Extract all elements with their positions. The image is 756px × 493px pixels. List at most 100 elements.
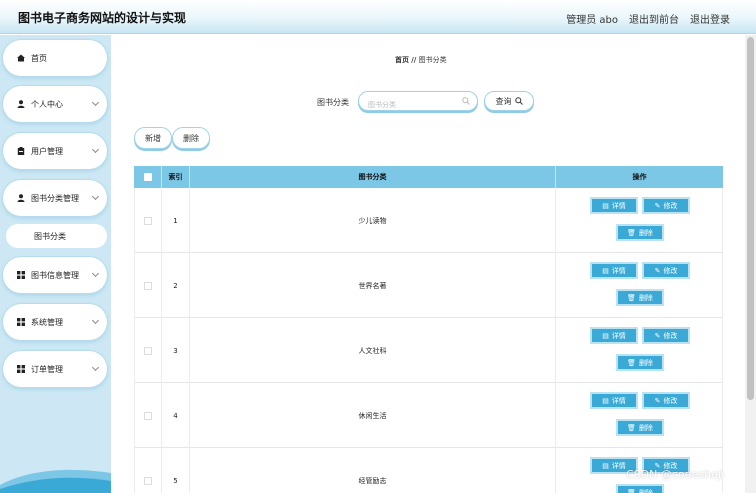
delete-label: 删除 <box>638 488 653 493</box>
sidebar: 首页 个人中心 用户管理 图书分类管理 图书分类 图书信息管理 系统管理 订单管… <box>0 35 111 493</box>
row-category: 人文社科 <box>190 318 556 383</box>
edit-button[interactable]: ✎ 修改 <box>642 197 690 214</box>
chevron-down-icon <box>91 145 100 154</box>
logout-link[interactable]: 退出登录 <box>690 11 730 26</box>
row-actions: ▤ 详情 ✎ 修改 🗑 删除 <box>556 318 723 383</box>
column-header-index: 索引 <box>162 166 190 188</box>
delete-button[interactable]: 删除 <box>172 127 210 149</box>
admin-user-label: 管理员 abo <box>566 15 618 26</box>
edit-label: 修改 <box>663 331 678 340</box>
row-index: 5 <box>162 448 190 493</box>
row-actions: ▤ 详情 ✎ 修改 🗑 删除 <box>556 188 723 253</box>
table-row: 1 少儿读物 ▤ 详情 ✎ 修改 🗑 删除 <box>134 188 723 253</box>
edit-button[interactable]: ✎ 修改 <box>642 327 690 344</box>
trash-icon: 🗑 <box>627 358 636 367</box>
sidebar-item-users[interactable]: 用户管理 <box>3 133 107 169</box>
edit-button[interactable]: ✎ 修改 <box>642 392 690 409</box>
table-header: 索引 图书分类 操作 <box>134 166 723 188</box>
detail-label: 详情 <box>611 331 626 340</box>
grid-icon <box>17 365 25 373</box>
row-select-cell <box>134 318 162 383</box>
row-delete-button[interactable]: 🗑 删除 <box>616 484 664 493</box>
edit-label: 修改 <box>663 266 678 275</box>
sidebar-item-system[interactable]: 系统管理 <box>3 304 107 340</box>
grid-icon <box>17 318 25 326</box>
table-row: 3 人文社科 ▤ 详情 ✎ 修改 🗑 删除 <box>134 318 723 383</box>
row-actions: ▤ 详情 ✎ 修改 🗑 删除 <box>556 383 723 448</box>
row-delete-button[interactable]: 🗑 删除 <box>616 419 664 436</box>
row-select-cell <box>134 253 162 318</box>
row-delete-button[interactable]: 🗑 删除 <box>616 354 664 371</box>
edit-button[interactable]: ✎ 修改 <box>642 262 690 279</box>
sidebar-item-label: 图书分类管理 <box>31 193 79 203</box>
chevron-down-icon <box>91 192 100 201</box>
header-links: 管理员 abo 退出到前台 退出登录 <box>566 11 730 26</box>
sidebar-item-orders[interactable]: 订单管理 <box>3 351 107 387</box>
user-icon <box>17 194 25 202</box>
row-checkbox[interactable] <box>144 476 152 485</box>
row-index: 1 <box>162 188 190 253</box>
row-delete-button[interactable]: 🗑 删除 <box>616 224 664 241</box>
scrollbar-thumb[interactable] <box>747 37 754 400</box>
query-button[interactable]: 查询 <box>484 91 534 111</box>
row-checkbox[interactable] <box>144 216 152 225</box>
row-category: 经管励志 <box>190 448 556 493</box>
detail-button[interactable]: ▤ 详情 <box>590 197 638 214</box>
detail-button[interactable]: ▤ 详情 <box>590 327 638 344</box>
row-category: 休闲生活 <box>190 383 556 448</box>
sidebar-subitem-label: 图书分类 <box>34 231 66 241</box>
detail-label: 详情 <box>611 201 626 210</box>
row-checkbox[interactable] <box>144 411 152 420</box>
search-field[interactable] <box>358 91 478 111</box>
query-button-label: 查询 <box>495 96 512 106</box>
row-actions: ▤ 详情 ✎ 修改 🗑 删除 <box>556 253 723 318</box>
sidebar-item-book-info-mgmt[interactable]: 图书信息管理 <box>3 257 107 293</box>
row-delete-button[interactable]: 🗑 删除 <box>616 289 664 306</box>
add-button[interactable]: 新增 <box>134 127 172 149</box>
column-header-category: 图书分类 <box>190 166 556 188</box>
row-index: 3 <box>162 318 190 383</box>
column-header-actions: 操作 <box>632 173 647 181</box>
search-label: 图书分类 <box>317 98 349 107</box>
sidebar-item-label: 订单管理 <box>31 364 63 374</box>
breadcrumb-home[interactable]: 首页 <box>395 56 409 64</box>
sidebar-item-book-category-mgmt[interactable]: 图书分类管理 <box>3 180 107 216</box>
table-row: 4 休闲生活 ▤ 详情 ✎ 修改 🗑 删除 <box>134 383 723 448</box>
row-checkbox[interactable] <box>144 346 152 355</box>
sidebar-item-home[interactable]: 首页 <box>3 40 107 76</box>
sidebar-subitem-book-category[interactable]: 图书分类 <box>6 224 107 248</box>
row-index: 4 <box>162 383 190 448</box>
row-select-cell <box>134 383 162 448</box>
sidebar-item-label: 图书信息管理 <box>31 270 79 280</box>
chevron-down-icon <box>91 98 100 107</box>
pencil-icon: ✎ <box>654 396 661 405</box>
pencil-icon: ✎ <box>654 201 661 210</box>
search-icon <box>462 97 470 105</box>
select-all-checkbox[interactable] <box>143 173 152 181</box>
detail-button[interactable]: ▤ 详情 <box>590 262 638 279</box>
breadcrumb-separator: // <box>411 56 417 64</box>
edit-label: 修改 <box>663 396 678 405</box>
sidebar-item-profile[interactable]: 个人中心 <box>3 86 107 122</box>
trash-icon: 🗑 <box>627 423 636 432</box>
detail-button[interactable]: ▤ 详情 <box>590 392 638 409</box>
scrollbar[interactable] <box>745 35 756 493</box>
document-icon: ▤ <box>602 331 609 340</box>
search-icon <box>514 97 523 105</box>
back-to-frontend-link[interactable]: 退出到前台 <box>629 11 679 26</box>
top-bar: 图书电子商务网站的设计与实现 管理员 abo 退出到前台 退出登录 <box>0 0 756 34</box>
trash-icon: 🗑 <box>627 293 636 302</box>
trash-icon: 🗑 <box>627 228 636 237</box>
row-checkbox[interactable] <box>144 281 152 290</box>
row-index: 2 <box>162 253 190 318</box>
trash-icon: 🗑 <box>627 488 636 493</box>
clipboard-icon <box>17 147 25 155</box>
pencil-icon: ✎ <box>654 331 661 340</box>
watermark: CSDN @codesheji <box>626 468 724 481</box>
select-all-cell <box>134 166 162 188</box>
search-input[interactable] <box>368 101 463 109</box>
delete-label: 删除 <box>638 358 653 367</box>
sidebar-item-label: 首页 <box>31 53 47 63</box>
table-row: 2 世界名著 ▤ 详情 ✎ 修改 🗑 删除 <box>134 253 723 318</box>
delete-label: 删除 <box>638 293 653 302</box>
